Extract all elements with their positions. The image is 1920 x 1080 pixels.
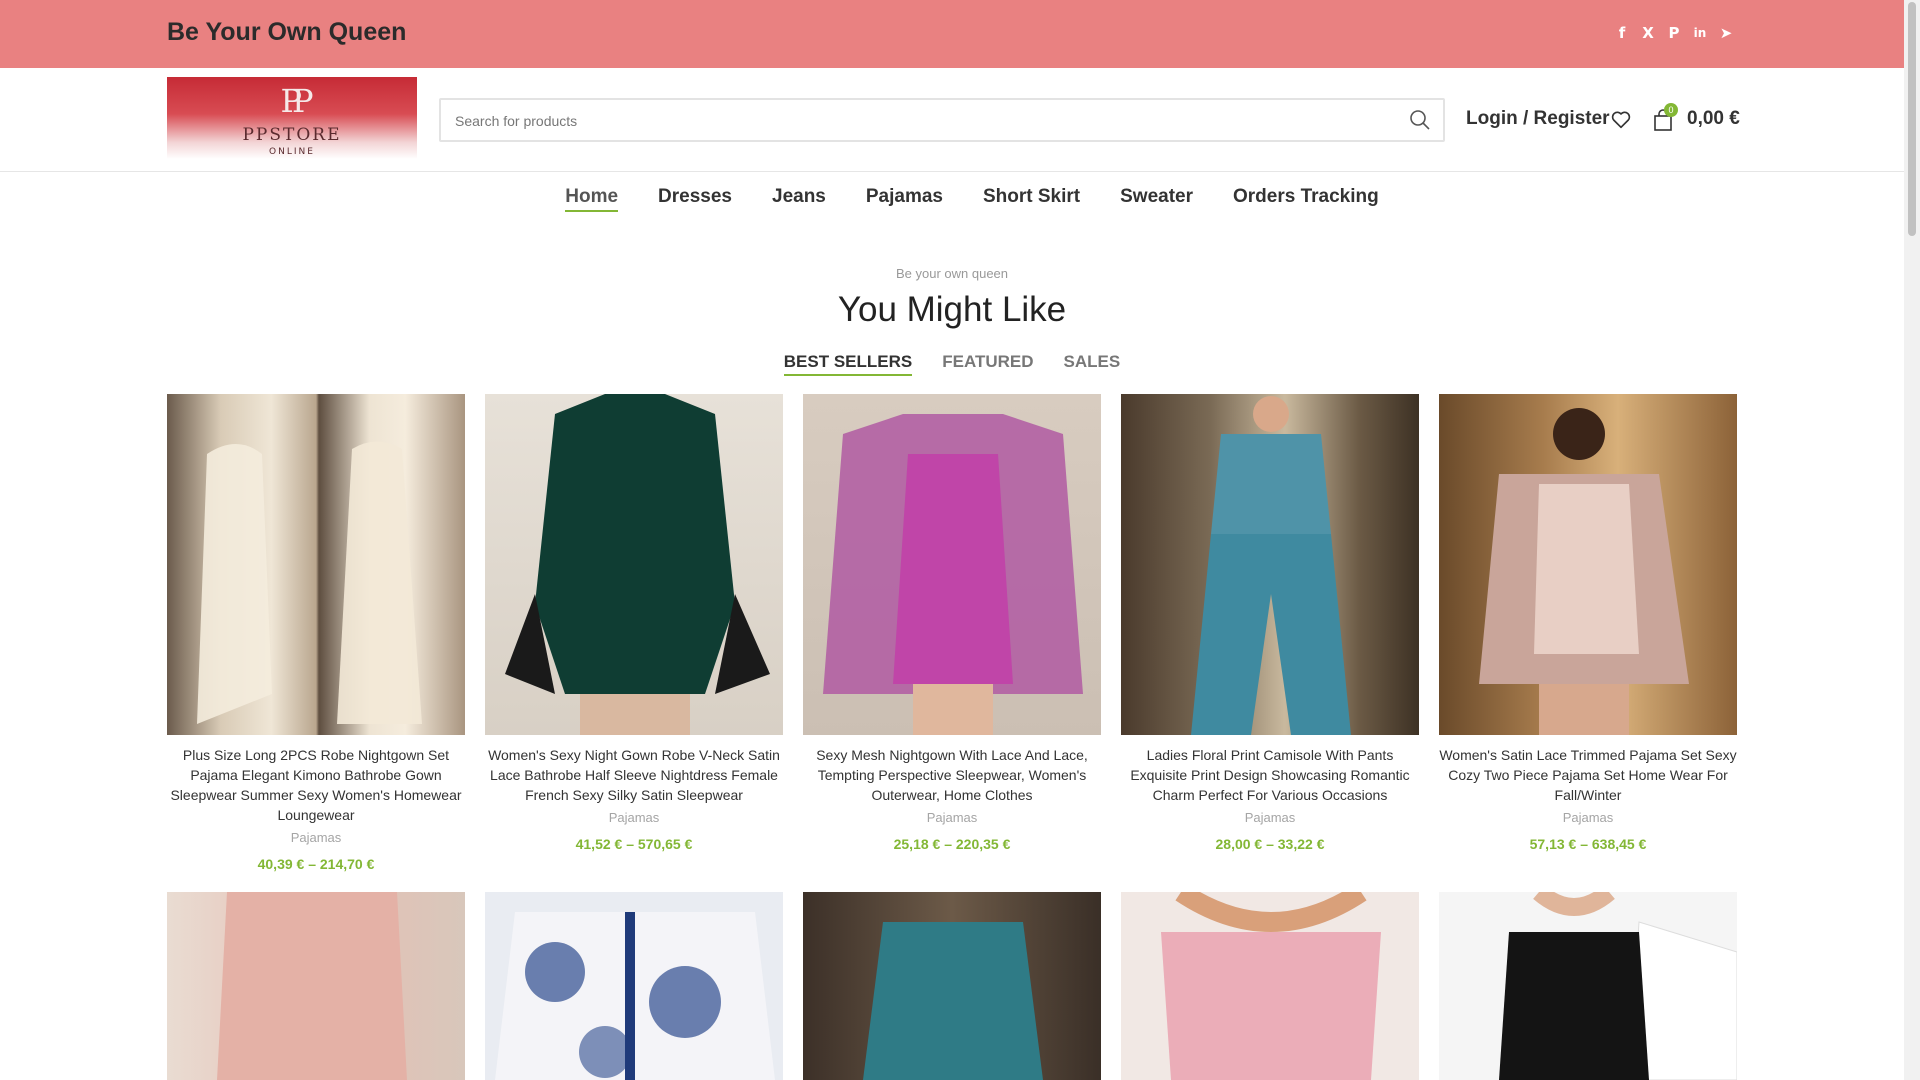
- product-category[interactable]: Pajamas: [167, 830, 465, 845]
- logo-brand: PPSTORE: [242, 125, 342, 145]
- scrollbar-thumb[interactable]: [1908, 2, 1916, 236]
- product-image[interactable]: [1439, 394, 1737, 735]
- page-scrollbar[interactable]: [1904, 0, 1920, 1080]
- nav-item-pajamas[interactable]: Pajamas: [866, 172, 943, 212]
- x-icon[interactable]: X: [1640, 24, 1656, 42]
- product-image[interactable]: [485, 892, 783, 1080]
- logo-subtitle: ONLINE: [269, 147, 315, 157]
- product-image[interactable]: [1121, 892, 1419, 1080]
- product-title[interactable]: Ladies Floral Print Camisole With Pants …: [1121, 745, 1419, 805]
- product-image[interactable]: [167, 892, 465, 1080]
- cart-count-badge: 0: [1664, 103, 1678, 117]
- facebook-icon[interactable]: f: [1614, 24, 1630, 42]
- store-logo[interactable]: PP PPSTORE ONLINE: [167, 77, 417, 159]
- product-price: 57,13 € – 638,45 €: [1529, 836, 1647, 852]
- social-links: f X P in ➤: [1614, 24, 1734, 42]
- product-title[interactable]: Women's Sexy Night Gown Robe V-Neck Sati…: [485, 745, 783, 805]
- product-image[interactable]: [485, 394, 783, 735]
- product-price: 41,52 € – 570,65 €: [575, 836, 693, 852]
- product-category[interactable]: Pajamas: [1439, 810, 1737, 825]
- search-box: [439, 98, 1445, 142]
- nav-item-sweater[interactable]: Sweater: [1120, 172, 1193, 212]
- tab-sales[interactable]: SALES: [1064, 352, 1121, 376]
- pinterest-icon[interactable]: P: [1666, 24, 1682, 42]
- product-title[interactable]: Women's Satin Lace Trimmed Pajama Set Se…: [1439, 745, 1737, 805]
- product-price: 28,00 € – 33,22 €: [1215, 836, 1325, 852]
- telegram-icon[interactable]: ➤: [1718, 24, 1734, 42]
- tab-best-sellers[interactable]: BEST SELLERS: [783, 352, 913, 376]
- logo-mark: PP: [280, 82, 313, 120]
- search-icon[interactable]: [1409, 109, 1431, 131]
- product-title[interactable]: Sexy Mesh Nightgown With Lace And Lace, …: [803, 745, 1101, 805]
- nav-item-jeans[interactable]: Jeans: [772, 172, 826, 212]
- product-image[interactable]: [167, 394, 465, 735]
- product-price: 25,18 € – 220,35 €: [893, 836, 1011, 852]
- product-price: 40,39 € – 214,70 €: [257, 856, 375, 872]
- search-input[interactable]: [455, 110, 1375, 132]
- nav-item-dresses[interactable]: Dresses: [658, 172, 732, 212]
- linkedin-icon[interactable]: in: [1692, 24, 1708, 42]
- main-navigation: Home Dresses Jeans Pajamas Short Skirt S…: [0, 172, 1904, 224]
- login-register-link[interactable]: Login / Register: [1466, 108, 1610, 130]
- product-image[interactable]: [1439, 892, 1737, 1080]
- product-category[interactable]: Pajamas: [1121, 810, 1419, 825]
- nav-item-orders-tracking[interactable]: Orders Tracking: [1233, 172, 1379, 212]
- top-bar: Be Your Own Queen f X P in ➤: [0, 0, 1904, 68]
- product-image[interactable]: [803, 892, 1101, 1080]
- product-category[interactable]: Pajamas: [485, 810, 783, 825]
- section-title: You Might Like: [837, 290, 1067, 329]
- nav-item-short-skirt[interactable]: Short Skirt: [983, 172, 1080, 212]
- section-kicker: Be your own queen: [895, 266, 1009, 281]
- product-category[interactable]: Pajamas: [803, 810, 1101, 825]
- nav-item-home[interactable]: Home: [565, 172, 619, 212]
- tab-featured[interactable]: FEATURED: [942, 352, 1033, 376]
- product-title[interactable]: Plus Size Long 2PCS Robe Nightgown Set P…: [167, 745, 465, 825]
- heart-icon[interactable]: [1610, 109, 1632, 131]
- product-image[interactable]: [803, 394, 1101, 735]
- product-tabs: BEST SELLERS FEATURED SALES: [0, 352, 1904, 376]
- site-tagline: Be Your Own Queen: [167, 18, 407, 46]
- cart-total[interactable]: 0,00 €: [1687, 108, 1740, 130]
- product-image[interactable]: [1121, 394, 1419, 735]
- site-header: PP PPSTORE ONLINE Login / Register 0 0,0…: [0, 68, 1904, 172]
